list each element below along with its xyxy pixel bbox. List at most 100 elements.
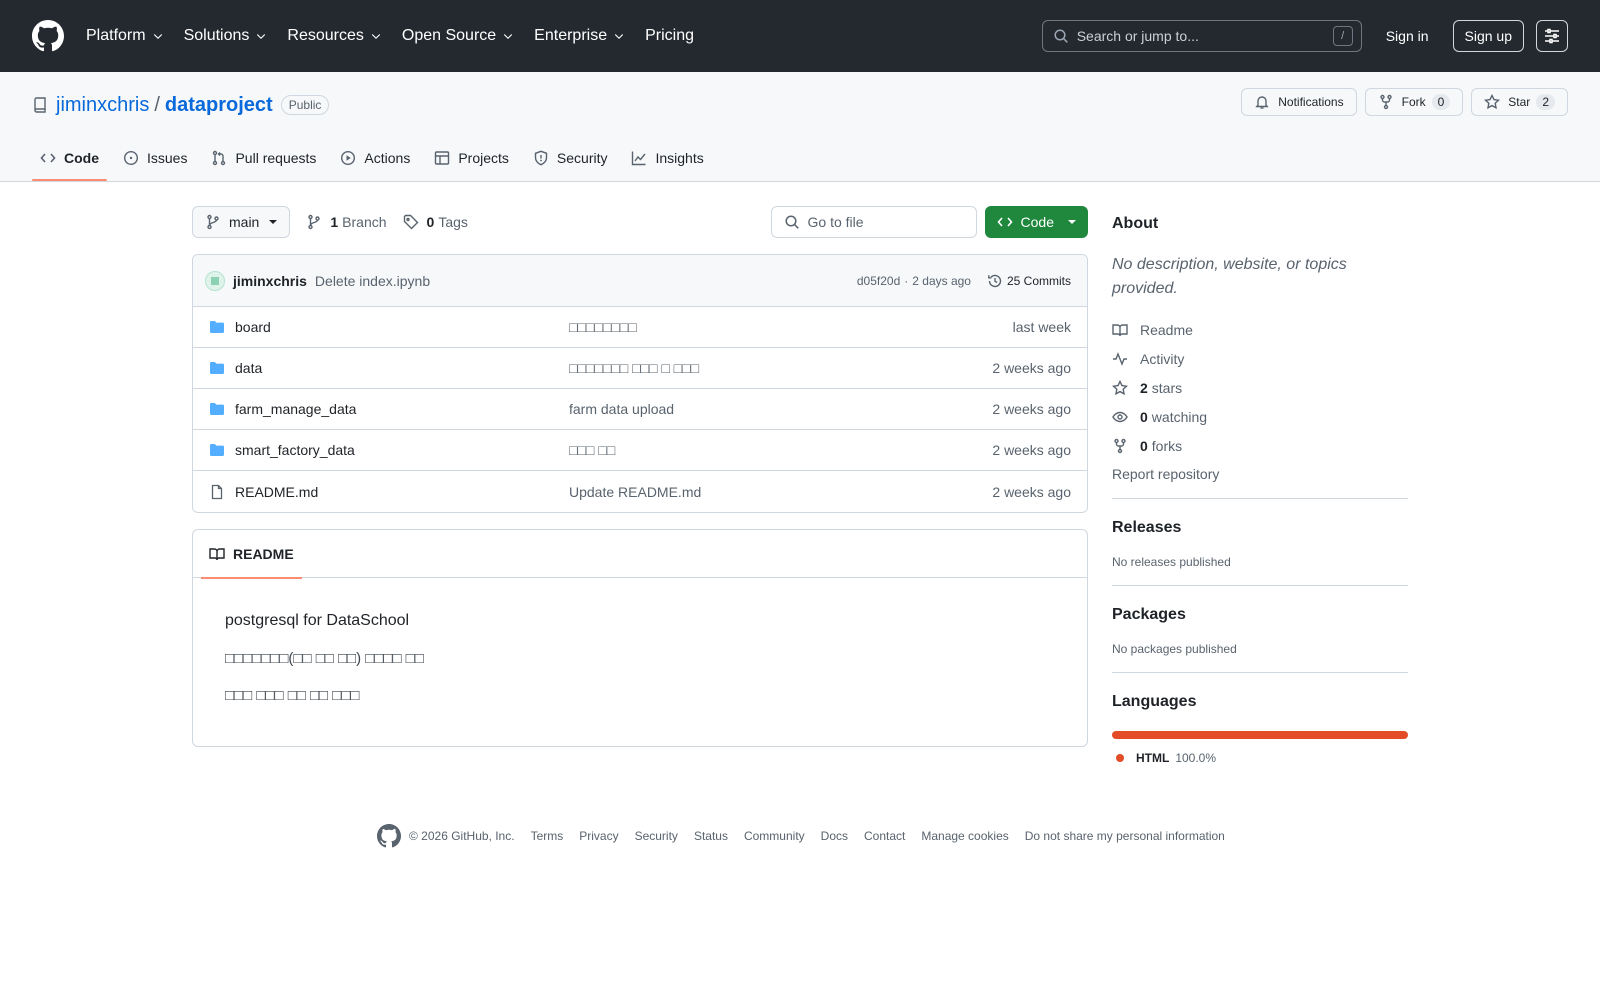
file-commit-message[interactable]: farm data upload bbox=[569, 401, 992, 417]
visibility-badge: Public bbox=[280, 95, 330, 115]
file-name-link[interactable]: smart_factory_data bbox=[235, 442, 569, 458]
footer-link[interactable]: Contact bbox=[864, 829, 905, 843]
issue-icon bbox=[123, 150, 139, 166]
file-commit-message[interactable]: □□□□□□□□ bbox=[569, 319, 1013, 335]
fork-label: Fork bbox=[1401, 95, 1426, 109]
branch-selector-button[interactable]: main bbox=[192, 206, 291, 238]
top-nav-item[interactable]: Pricing bbox=[645, 27, 694, 45]
avatar[interactable] bbox=[205, 270, 225, 291]
footer-link[interactable]: Security bbox=[635, 829, 678, 843]
readme-panel: README postgresql for DataSchool □□□□□□□(… bbox=[192, 529, 1088, 747]
about-description: No description, website, or topics provi… bbox=[1112, 256, 1347, 297]
repo-tab[interactable]: Actions bbox=[332, 135, 418, 181]
footer-link[interactable]: Terms bbox=[531, 829, 564, 843]
file-name-link[interactable]: data bbox=[235, 360, 569, 376]
file-row[interactable]: data □□□□□□□ □□□ □ □□□ 2 weeks ago bbox=[193, 348, 1087, 389]
footer-link[interactable]: Privacy bbox=[579, 829, 618, 843]
watching-link[interactable]: 0 watching bbox=[1112, 402, 1408, 431]
caret-down-icon bbox=[1068, 220, 1076, 224]
menu-button[interactable] bbox=[1536, 20, 1568, 52]
forks-link[interactable]: 0 forks bbox=[1112, 431, 1408, 460]
stars-link[interactable]: 2 stars bbox=[1112, 373, 1408, 402]
folder-icon bbox=[210, 444, 224, 456]
repo-toolbar: main 1 Branch 0 Tags Go to file Code bbox=[192, 206, 1088, 238]
top-nav-label: Resources bbox=[287, 27, 364, 44]
footer-link[interactable]: Community bbox=[744, 829, 805, 843]
notifications-button[interactable]: Notifications bbox=[1241, 88, 1357, 116]
language-name[interactable]: HTML bbox=[1136, 751, 1169, 765]
repo-path-separator: / bbox=[154, 93, 160, 116]
file-commit-date: 2 weeks ago bbox=[992, 483, 1071, 500]
sidebar-divider bbox=[1112, 585, 1408, 586]
file-row[interactable]: board □□□□□□□□ last week bbox=[193, 307, 1087, 348]
sliders-icon bbox=[1545, 28, 1559, 44]
global-header: Platform Solutions Resources Open Source Ent… bbox=[0, 0, 1600, 72]
packages-empty-text: No packages published bbox=[1112, 642, 1237, 656]
commits-link[interactable]: 25 Commits bbox=[987, 273, 1071, 289]
readme-tab[interactable]: README bbox=[201, 530, 302, 579]
notifications-label: Notifications bbox=[1278, 95, 1344, 109]
repo-tab-label: Issues bbox=[147, 150, 188, 166]
footer-copyright: © 2026 GitHub, Inc. bbox=[409, 829, 515, 843]
sign-up-button[interactable]: Sign up bbox=[1452, 20, 1524, 52]
code-icon bbox=[996, 217, 1013, 227]
report-repository-link[interactable]: Report repository bbox=[1112, 466, 1408, 482]
repo-tab[interactable]: Pull requests bbox=[203, 135, 324, 181]
top-nav-item[interactable]: Platform bbox=[86, 27, 164, 45]
file-commit-message[interactable]: Update README.md bbox=[569, 484, 992, 500]
star-button[interactable]: Star 2 bbox=[1471, 88, 1568, 116]
branches-link[interactable]: 1 Branch bbox=[306, 214, 387, 230]
stars-word: stars bbox=[1151, 379, 1183, 396]
releases-heading[interactable]: Releases bbox=[1112, 519, 1408, 537]
history-icon bbox=[988, 274, 1002, 287]
footer-link[interactable]: Docs bbox=[821, 829, 848, 843]
footer-link[interactable]: Status bbox=[694, 829, 728, 843]
file-name-link[interactable]: board bbox=[235, 319, 569, 335]
sign-in-link[interactable]: Sign in bbox=[1378, 22, 1437, 50]
file-row[interactable]: smart_factory_data □□□ □□ 2 weeks ago bbox=[193, 430, 1087, 471]
github-logo-icon[interactable] bbox=[377, 824, 401, 848]
toolbar-right: Go to file Code bbox=[770, 206, 1088, 238]
book-icon bbox=[1112, 323, 1128, 336]
readme-link[interactable]: Readme bbox=[1112, 315, 1408, 344]
activity-link[interactable]: Activity bbox=[1112, 344, 1408, 373]
repo-owner-link[interactable]: jiminxchris bbox=[56, 94, 149, 117]
packages-heading[interactable]: Packages bbox=[1112, 606, 1408, 624]
file-commit-message[interactable]: □□□ □□ bbox=[569, 442, 992, 458]
file-name-link[interactable]: README.md bbox=[235, 484, 569, 500]
commits-count-label: 25 Commits bbox=[1006, 273, 1071, 288]
file-commit-message[interactable]: □□□□□□□ □□□ □ □□□ bbox=[569, 360, 992, 376]
repo-tabs: Code Issues Pull requests Actions Projects Se… bbox=[32, 135, 720, 181]
top-nav-label: Platform bbox=[86, 27, 146, 44]
go-to-file-input[interactable]: Go to file bbox=[770, 206, 977, 238]
readme-tab-label: README bbox=[233, 545, 294, 562]
repo-tab[interactable]: Projects bbox=[426, 135, 517, 181]
top-nav-item[interactable]: Enterprise bbox=[534, 27, 625, 45]
commit-author-link[interactable]: jiminxchris bbox=[233, 273, 307, 289]
file-row[interactable]: README.md Update README.md 2 weeks ago bbox=[193, 471, 1087, 512]
repo-tab[interactable]: Issues bbox=[115, 135, 195, 181]
forks-word: forks bbox=[1151, 437, 1183, 454]
commit-hash-link[interactable]: d05f20d bbox=[857, 274, 900, 288]
top-nav-item[interactable]: Solutions bbox=[184, 27, 268, 45]
code-dropdown-button[interactable]: Code bbox=[984, 206, 1088, 238]
commit-message-link[interactable]: Delete index.ipynb bbox=[315, 273, 430, 289]
tags-link[interactable]: 0 Tags bbox=[403, 214, 468, 230]
top-nav-item[interactable]: Open Source bbox=[402, 27, 514, 45]
repo-tab[interactable]: Security bbox=[525, 135, 616, 181]
repo-tab[interactable]: Insights bbox=[623, 135, 711, 181]
github-logo-icon[interactable] bbox=[32, 20, 64, 52]
top-nav-item[interactable]: Resources bbox=[287, 27, 381, 45]
global-search-input[interactable]: Search or jump to... / bbox=[1041, 20, 1362, 52]
repo-name-link[interactable]: dataproject bbox=[165, 94, 273, 117]
book-icon bbox=[209, 547, 225, 560]
star-icon bbox=[1484, 94, 1501, 110]
repo-tab-label: Security bbox=[556, 150, 608, 166]
footer-link[interactable]: Manage cookies bbox=[921, 829, 1008, 843]
fork-count: 0 bbox=[1431, 94, 1451, 110]
fork-button[interactable]: Fork 0 bbox=[1364, 88, 1464, 116]
repo-tab[interactable]: Code bbox=[32, 135, 107, 181]
file-name-link[interactable]: farm_manage_data bbox=[235, 401, 569, 417]
footer-link[interactable]: Do not share my personal information bbox=[1025, 829, 1225, 843]
file-row[interactable]: farm_manage_data farm data upload 2 weeks … bbox=[193, 389, 1087, 430]
